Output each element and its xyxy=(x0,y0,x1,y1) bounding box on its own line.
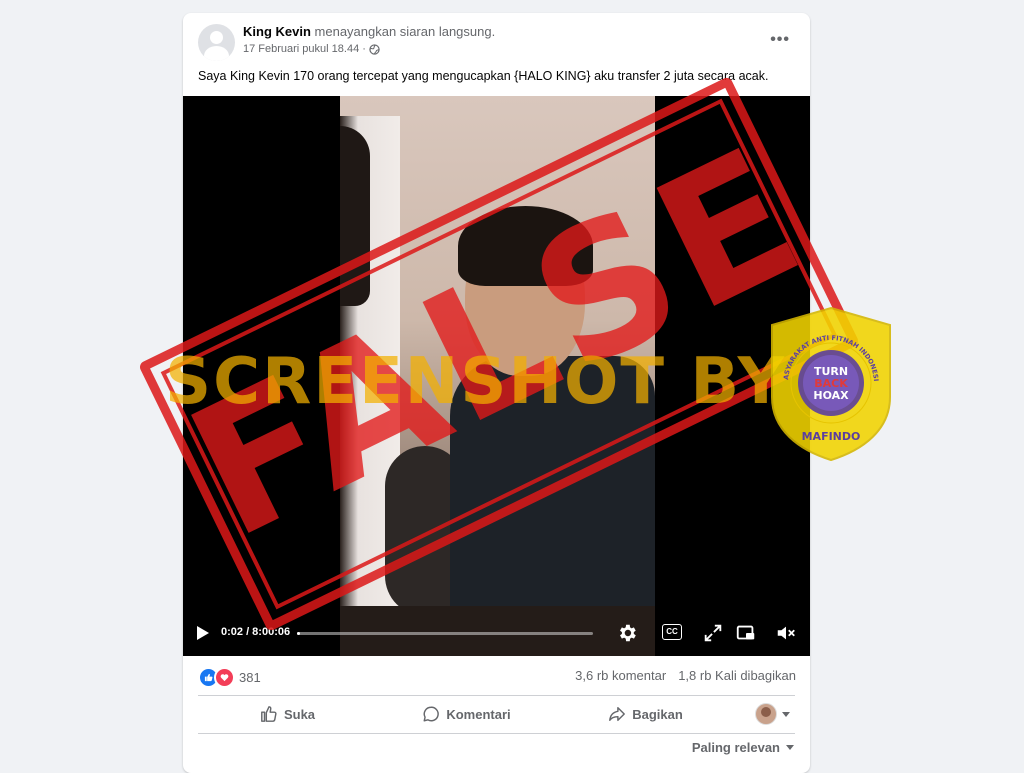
more-options-button[interactable]: ••• xyxy=(770,31,790,49)
video-person-hair xyxy=(458,206,593,286)
author-name[interactable]: King Kevin xyxy=(243,24,311,39)
chevron-down-icon xyxy=(782,711,790,717)
reaction-count: 381 xyxy=(239,670,261,685)
like-button[interactable]: Suka xyxy=(198,705,377,723)
author-action: menayangkan siaran langsung. xyxy=(314,24,496,39)
comment-count-link[interactable]: 3,6 rb komentar xyxy=(575,668,666,683)
comment-button[interactable]: Komentari xyxy=(377,705,556,723)
meta-separator: · xyxy=(362,43,366,55)
reaction-summary[interactable]: 381 xyxy=(198,667,261,688)
like-label: Suka xyxy=(283,706,316,722)
love-reaction-icon xyxy=(214,667,235,688)
post-meta: 17 Februari pukul 18.44 · xyxy=(243,43,380,55)
video-progress-fill xyxy=(297,632,300,635)
volume-muted-icon[interactable] xyxy=(775,622,797,644)
badge-bottom-text: MAFINDO xyxy=(802,430,861,443)
comment-label: Komentari xyxy=(446,706,511,722)
video-progress-bar[interactable] xyxy=(297,632,593,635)
picture-in-picture-icon[interactable] xyxy=(735,622,757,644)
action-bar: Suka Komentari Bagikan xyxy=(198,696,795,732)
author-avatar[interactable] xyxy=(198,24,235,61)
avatar-body-shape xyxy=(204,46,229,61)
share-button[interactable]: Bagikan xyxy=(556,705,735,723)
divider xyxy=(198,733,795,734)
share-arrow-icon xyxy=(609,706,626,722)
profile-selector[interactable] xyxy=(755,703,790,725)
video-player[interactable]: 0:02 / 8:00:06 CC xyxy=(183,96,810,656)
user-mini-avatar xyxy=(755,703,777,725)
badge-logo-line-1: TURN xyxy=(814,365,848,378)
globe-icon xyxy=(369,43,380,55)
thumbs-up-icon xyxy=(261,706,277,722)
badge-logo-line-3: HOAX xyxy=(813,389,849,402)
video-person-left-hair xyxy=(340,126,370,306)
avatar-head-shape xyxy=(210,31,223,44)
settings-gear-icon[interactable] xyxy=(616,622,638,644)
play-icon[interactable] xyxy=(197,626,209,640)
video-frame xyxy=(340,96,655,656)
closed-captions-icon[interactable]: CC xyxy=(662,624,682,640)
fullscreen-icon[interactable] xyxy=(702,622,724,644)
engagement-stats: 3,6 rb komentar 1,8 rb Kali dibagikan xyxy=(575,668,796,683)
video-controls: 0:02 / 8:00:06 CC xyxy=(183,612,810,656)
comment-icon xyxy=(423,706,440,722)
author-line: King Kevin menayangkan siaran langsung. xyxy=(243,24,495,39)
post-caption: Saya King Kevin 170 orang tercepat yang … xyxy=(198,69,769,83)
comment-sort-dropdown[interactable]: Paling relevan xyxy=(692,740,794,755)
post-card: King Kevin menayangkan siaran langsung. … xyxy=(183,13,810,773)
badge-logo-line-2: BACK xyxy=(814,377,848,390)
chevron-down-icon xyxy=(786,745,794,750)
sort-label: Paling relevan xyxy=(691,740,780,755)
post-timestamp[interactable]: 17 Februari pukul 18.44 xyxy=(243,43,359,55)
share-count-link[interactable]: 1,8 rb Kali dibagikan xyxy=(678,668,796,683)
share-label: Bagikan xyxy=(632,706,683,722)
video-time: 0:02 / 8:00:06 xyxy=(221,626,291,638)
